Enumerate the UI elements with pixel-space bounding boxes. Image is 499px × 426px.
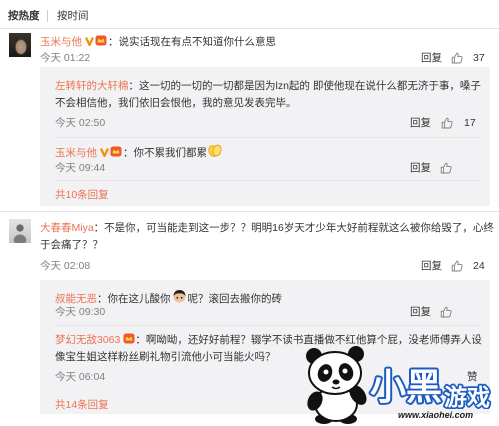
thumbs-up-icon [451,52,463,64]
reply-text: ：你在这儿酸你 [97,293,171,305]
comment-time: 今天 01:22 [40,52,91,64]
reply-body: 玉米与他 ：你不累我们都累 [55,144,223,159]
watermark-url: www.xiaohei.com [398,410,474,420]
reply-button[interactable]: 回复 [421,52,442,64]
member-badge-icon [95,35,107,46]
comment-divider [0,211,499,212]
reply-author[interactable]: 玉米与他 [55,147,97,159]
like-button[interactable] [440,306,452,318]
thumbs-up-icon [440,162,452,174]
reply-divider [55,325,480,326]
reply-button[interactable]: 回复 [410,117,431,129]
clap-emoji-icon [208,144,222,157]
reply-author[interactable]: 左转轩的大轩棉 [55,80,129,92]
reply-button[interactable]: 回复 [410,162,431,174]
tab-divider [47,10,48,22]
avatar[interactable] [9,33,31,57]
face-emoji-icon [173,290,185,303]
comment-author[interactable]: 玉米与他 [40,36,82,48]
reply-body: 叔能无恶：你在这儿酸你 呢？滚回去搬你的砖 [55,289,282,305]
like-button[interactable]: 37 [451,52,485,64]
panda-mascot-logo [306,346,367,424]
thumbs-up-icon [441,117,453,129]
verified-v-icon [100,148,109,157]
reply-time: 今天 02:50 [55,117,106,129]
reply-time: 今天 09:44 [55,162,106,174]
like-button[interactable]: 24 [451,260,485,272]
reply-author[interactable]: 梦幻无敌3063 [55,334,120,346]
reply-author[interactable]: 叔能无恶 [55,293,97,305]
avatar[interactable] [9,219,31,243]
tab-sort-by-hot[interactable]: 按热度 [8,10,40,22]
like-count: 17 [464,117,476,129]
header-divider [0,28,499,29]
like-count: 37 [473,52,485,64]
comment-time: 今天 02:08 [40,260,91,272]
reply-divider [55,137,480,138]
watermark-brand-sub: 游戏 [444,384,490,409]
comment-text: ：不是你，可当能走到这一步？？明明16岁天才少年大好前程就这么被你给毁了，心终于… [40,222,494,251]
reply-time: 今天 09:30 [55,306,106,318]
comment-text: ：说实话现在有点不知道你什么意思 [108,36,276,48]
reply-time: 今天 06:04 [55,371,106,383]
comment-author[interactable]: 大春春Miya [40,222,94,234]
like-count: 24 [473,260,485,272]
reply-button[interactable]: 回复 [410,306,431,318]
thumbs-up-icon [451,260,463,272]
reply-text: ：你不累我们都累 [123,147,207,159]
like-button[interactable]: 17 [441,117,476,129]
watermark-logo: 小黑 游戏 [368,364,492,409]
more-replies-link[interactable]: 共10条回复 [55,189,109,201]
like-button[interactable] [440,162,452,174]
member-badge-icon [110,146,122,157]
more-replies-link[interactable]: 共14条回复 [55,399,109,411]
reply-divider [55,180,480,181]
reply-body: 左转轩的大轩棉：这一切的一切的一切都是因为lzn起的 即使他现在说什么都无济于事… [55,78,485,112]
verified-v-icon [85,37,94,46]
comment-body: 玉米与他 ：说实话现在有点不知道你什么意思 [40,35,276,48]
reply-text: 呢？滚回去搬你的砖 [187,293,283,305]
reply-button[interactable]: 回复 [421,260,442,272]
member-badge-icon [123,333,135,344]
thumbs-up-icon [440,306,452,318]
comment-body: 大春春Miya：不是你，可当能走到这一步？？明明16岁天才少年大好前程就这么被你… [40,220,495,254]
watermark-brand-main: 小黑 [370,366,442,407]
tab-sort-by-time[interactable]: 按时间 [57,10,89,22]
